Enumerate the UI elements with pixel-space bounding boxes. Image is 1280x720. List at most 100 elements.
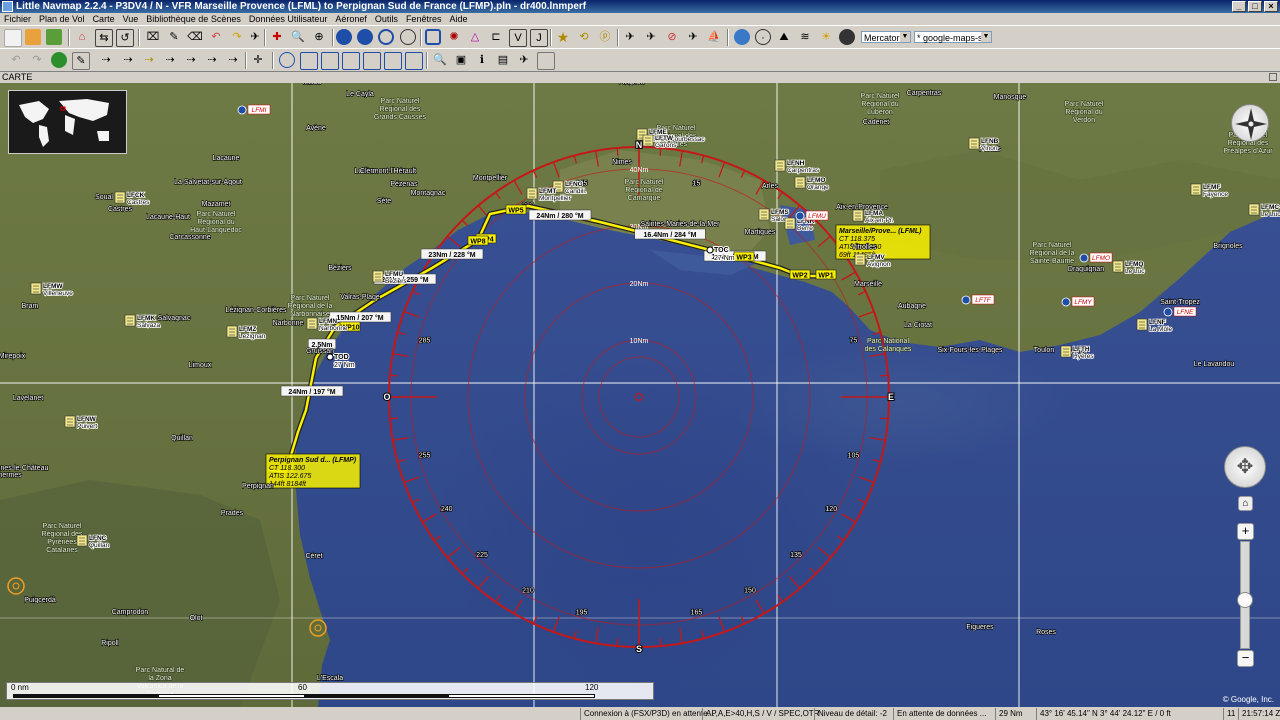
open-folder-icon[interactable]	[25, 29, 41, 45]
maximize-button[interactable]: □	[1248, 1, 1262, 12]
sun-icon[interactable]: ☀	[818, 29, 834, 45]
compass-rose-icon[interactable]: ·	[755, 29, 771, 45]
menu-help[interactable]: Aide	[445, 13, 471, 25]
star-icon[interactable]: ★	[555, 29, 571, 45]
range-ring	[524, 282, 754, 512]
region-label-line: Catalanes	[46, 547, 78, 554]
airspace-online-icon[interactable]	[405, 52, 423, 70]
route-step4-icon[interactable]: ⇢	[183, 52, 199, 68]
home-icon[interactable]: ⌂	[74, 29, 90, 45]
no-aircraft-icon[interactable]: ⊘	[664, 29, 680, 45]
menu-aircraft[interactable]: Aéronef	[331, 13, 371, 25]
center-icon[interactable]: ✚	[269, 29, 285, 45]
aircraft-icon[interactable]: ✈	[622, 29, 638, 45]
pan-control[interactable]: ✥	[1224, 446, 1266, 488]
airport-icon[interactable]	[336, 29, 352, 45]
airspace-icao-icon[interactable]	[300, 52, 318, 70]
airspace-icon[interactable]	[279, 52, 295, 68]
aircraft-info-icon[interactable]: ✈	[516, 52, 532, 68]
menu-windows[interactable]: Fenêtres	[402, 13, 446, 25]
flightplan-icon[interactable]: ▣	[453, 52, 469, 68]
route-step3-icon[interactable]: ⇢	[162, 52, 178, 68]
profile-icon[interactable]: ▤	[495, 52, 511, 68]
overview-map[interactable]	[8, 90, 127, 154]
route-step5-icon[interactable]: ⇢	[204, 52, 220, 68]
airspace-restricted-icon[interactable]	[342, 52, 360, 70]
save-icon[interactable]	[46, 29, 62, 45]
new-icon[interactable]	[4, 29, 22, 47]
map-search-icon[interactable]: 🔍	[432, 52, 448, 68]
cross-icon[interactable]: ✛	[250, 52, 266, 68]
airspace-fir-icon[interactable]	[321, 52, 339, 70]
airport-soft-icon[interactable]	[357, 29, 373, 45]
ai-ship-icon[interactable]: ⛵	[706, 29, 722, 45]
plan-select-icon[interactable]: ⌧	[145, 29, 161, 45]
dir-icon[interactable]: ⇢	[98, 52, 114, 68]
region-label: Parc Naturel Régional de Camargue	[625, 179, 664, 202]
ndb-icon[interactable]: ✺	[446, 29, 462, 45]
forward-icon[interactable]: ↷	[29, 52, 45, 68]
zoom-out-button[interactable]: −	[1237, 650, 1254, 667]
airport-empty-icon[interactable]	[378, 29, 394, 45]
menu-userdata[interactable]: Données Utilisateur	[245, 13, 332, 25]
redo-icon[interactable]: ↷	[229, 29, 245, 45]
zoom-in-button[interactable]: +	[1237, 523, 1254, 540]
procedure-icon[interactable]: ⟲	[576, 29, 592, 45]
airspace-special-icon[interactable]	[363, 52, 381, 70]
zoom-slider-handle[interactable]	[1237, 592, 1253, 608]
zoom-slider[interactable]	[1237, 541, 1253, 649]
home-button[interactable]: ⌂	[1238, 496, 1253, 511]
globe-icon[interactable]	[839, 29, 855, 45]
search-icon[interactable]: 🔍	[290, 29, 306, 45]
airspace-other-icon[interactable]	[384, 52, 402, 70]
minimize-button[interactable]: _	[1232, 1, 1246, 12]
dock-float-button[interactable]	[1269, 73, 1277, 81]
map-view[interactable]: N E S O 15 75 105 120 135 150 165 195 210 225 240 255 28…	[0, 83, 1280, 707]
route-leg-label: 23Nm / 228 °M	[420, 248, 484, 260]
rose-tick	[659, 147, 662, 156]
vor-icon[interactable]	[425, 29, 441, 45]
wind-icon[interactable]: ≋	[797, 29, 813, 45]
plan-delete-icon[interactable]: ⌫	[187, 29, 203, 45]
route-reverse-icon[interactable]: ↺	[116, 29, 134, 47]
mountain-icon[interactable]: ⛰	[776, 29, 792, 45]
back-icon[interactable]: ↶	[8, 52, 24, 68]
rose-tick	[817, 546, 831, 559]
place-label: Cadenet	[863, 119, 890, 126]
info-icon[interactable]: ℹ	[474, 52, 490, 68]
airway-icon[interactable]: V	[509, 29, 527, 47]
ils-icon[interactable]: ⊏	[488, 29, 504, 45]
route-step6-icon[interactable]: ⇢	[225, 52, 241, 68]
menu-flightplan[interactable]: Plan de Vol	[35, 13, 89, 25]
airport-name: Vinon	[981, 145, 998, 152]
place-label: Millau	[303, 83, 321, 86]
theme-select[interactable]: * google-maps-sat ▼	[914, 31, 992, 43]
route-icon[interactable]: ⇆	[95, 29, 113, 47]
grid-icon[interactable]	[734, 29, 750, 45]
zoom-in-icon[interactable]: ⊕	[311, 29, 327, 45]
menu-map[interactable]: Carte	[89, 13, 119, 25]
go-icon[interactable]	[51, 52, 67, 68]
route-step-icon[interactable]: ⇢	[120, 52, 136, 68]
menu-scenery[interactable]: Bibliothèque de Scènes	[142, 13, 245, 25]
jetway-icon[interactable]: J	[530, 29, 548, 47]
close-button[interactable]: ×	[1264, 1, 1278, 12]
ai-aircraft-icon[interactable]: ✈	[685, 29, 701, 45]
rose-cardinal-label: O	[383, 392, 390, 402]
legend-icon[interactable]	[537, 52, 555, 70]
mark-icon[interactable]: ⓟ	[597, 29, 613, 45]
projection-select[interactable]: Mercator ▼	[861, 31, 911, 43]
nav-mode-icon[interactable]: ✎	[72, 52, 90, 70]
airplane-icon[interactable]: ✈	[247, 29, 263, 45]
menu-file[interactable]: Fichier	[0, 13, 35, 25]
menu-view[interactable]: Vue	[119, 13, 143, 25]
route-step2-icon[interactable]: ⇢	[141, 52, 157, 68]
addon-icon[interactable]	[400, 29, 416, 45]
plan-edit-icon[interactable]: ✎	[166, 29, 182, 45]
undo-icon[interactable]: ↶	[208, 29, 224, 45]
menu-tools[interactable]: Outils	[371, 13, 402, 25]
aircraft-trail-icon[interactable]: ✈	[643, 29, 659, 45]
place-label: Ripoll	[101, 640, 119, 647]
compass-navigator[interactable]	[1231, 104, 1269, 142]
waypoint-icon[interactable]: △	[467, 29, 483, 45]
